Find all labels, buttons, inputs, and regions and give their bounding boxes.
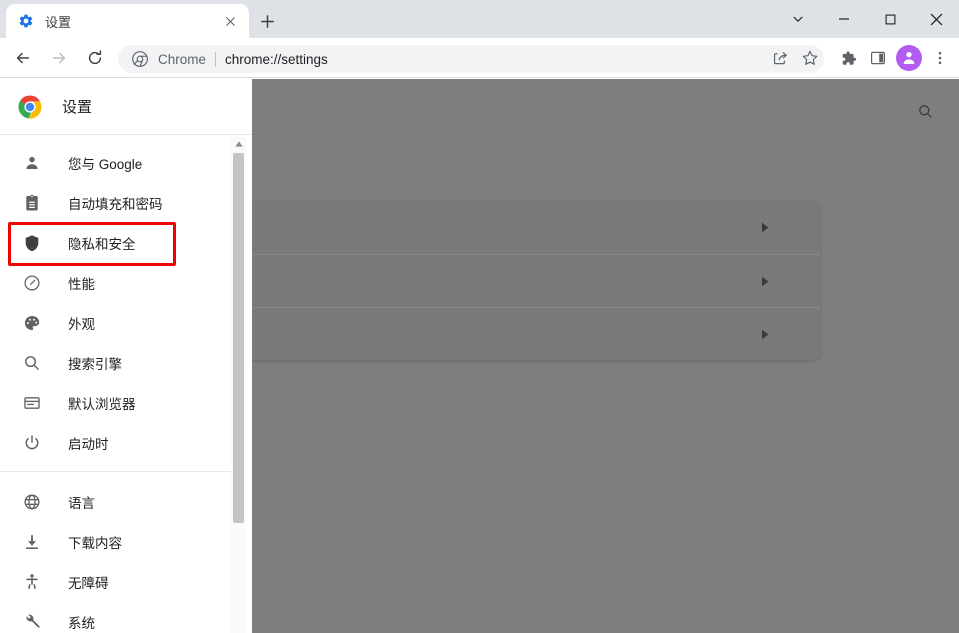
minimize-button[interactable] xyxy=(821,0,867,38)
chevron-right-icon xyxy=(761,276,770,287)
sidebar-group-secondary: 语言 下载内容 无障碍 系统 xyxy=(0,480,252,633)
back-icon[interactable] xyxy=(8,43,38,73)
settings-gear-icon xyxy=(18,13,34,29)
sidebar-list: 您与 Google 自动填充和密码 隐私和安全 性能 外观 搜索引擎 默认浏览器… xyxy=(0,135,252,633)
titlebar: 设置 xyxy=(0,0,959,38)
browser-toolbar: Chrome chrome://settings xyxy=(0,38,959,78)
sidebar-item-label: 无障碍 xyxy=(68,576,109,591)
share-icon[interactable] xyxy=(765,43,795,73)
sidebar-item-label: 默认浏览器 xyxy=(68,397,136,412)
sidebar-item-label: 搜索引擎 xyxy=(68,357,122,372)
settings-title: 设置 xyxy=(62,99,93,116)
sidebar-scrollbar[interactable] xyxy=(231,137,246,633)
new-tab-button[interactable] xyxy=(253,7,281,35)
card-row[interactable] xyxy=(170,201,820,254)
settings-card: gle 服务 xyxy=(170,201,820,360)
scroll-up-arrow-icon[interactable] xyxy=(231,137,246,151)
close-button[interactable] xyxy=(913,0,959,38)
shield-icon xyxy=(22,233,42,253)
browser-window: 设置 Chrome chrome://settings 设置 您与 Google… xyxy=(0,0,959,633)
palette-icon xyxy=(22,313,42,333)
tab-close-icon[interactable] xyxy=(219,10,241,32)
sidebar-divider xyxy=(0,471,237,472)
wrench-icon xyxy=(22,612,42,632)
chrome-menu-icon[interactable] xyxy=(925,43,955,73)
reload-icon[interactable] xyxy=(80,43,110,73)
power-icon xyxy=(22,433,42,453)
browser-window-icon xyxy=(22,393,42,413)
sidebar-item-downloads[interactable]: 下载内容 xyxy=(0,522,252,562)
sidebar-item-label: 性能 xyxy=(68,277,95,292)
sidebar-item-label: 语言 xyxy=(68,496,95,511)
settings-header: 设置 xyxy=(0,79,252,135)
sidebar-item-label: 下载内容 xyxy=(68,536,122,551)
speedometer-icon xyxy=(22,273,42,293)
globe-icon xyxy=(22,492,42,512)
settings-search-icon[interactable] xyxy=(911,97,939,125)
clipboard-icon xyxy=(22,193,42,213)
card-row-label: gle 服务 xyxy=(190,271,761,291)
chevron-right-icon xyxy=(761,222,770,233)
accessibility-icon xyxy=(22,572,42,592)
tab-settings[interactable]: 设置 xyxy=(6,4,249,38)
chrome-logo-icon xyxy=(18,94,42,119)
scrollbar-thumb[interactable] xyxy=(233,153,244,523)
sidebar-item-label: 隐私和安全 xyxy=(68,237,136,252)
sidebar-item-label: 启动时 xyxy=(68,437,109,452)
sidebar-item-on-startup[interactable]: 启动时 xyxy=(0,423,252,463)
omnibox-scheme-label: Chrome xyxy=(158,51,207,67)
window-controls xyxy=(775,0,959,38)
tab-title: 设置 xyxy=(45,14,72,30)
settings-page: gle 服务 xyxy=(0,79,959,633)
sidebar-item-autofill-passwords[interactable]: 自动填充和密码 xyxy=(0,183,252,223)
sidebar-group-primary: 您与 Google 自动填充和密码 隐私和安全 性能 外观 搜索引擎 默认浏览器… xyxy=(0,135,252,463)
omnibox-url-text: chrome://settings xyxy=(225,51,328,67)
sidebar-item-system[interactable]: 系统 xyxy=(0,602,252,633)
omnibox-divider xyxy=(215,51,217,67)
sidebar-item-default-browser[interactable]: 默认浏览器 xyxy=(0,383,252,423)
download-icon xyxy=(22,532,42,552)
forward-icon[interactable] xyxy=(44,43,74,73)
sidebar-item-search-engine[interactable]: 搜索引擎 xyxy=(0,343,252,383)
profile-avatar[interactable] xyxy=(896,45,922,71)
sidebar-item-label: 您与 Google xyxy=(68,157,143,172)
sidebar-item-accessibility[interactable]: 无障碍 xyxy=(0,562,252,602)
settings-sidebar: 设置 您与 Google 自动填充和密码 隐私和安全 性能 外观 搜索引擎 默认… xyxy=(0,79,252,633)
sidebar-item-privacy-security[interactable]: 隐私和安全 xyxy=(0,223,252,263)
address-bar[interactable]: Chrome chrome://settings xyxy=(118,45,824,73)
card-row[interactable]: gle 服务 xyxy=(170,254,820,307)
toolbar-actions xyxy=(765,43,955,73)
extensions-puzzle-icon[interactable] xyxy=(833,43,863,73)
sidebar-item-performance[interactable]: 性能 xyxy=(0,263,252,303)
search-icon xyxy=(22,353,42,373)
sidebar-item-appearance[interactable]: 外观 xyxy=(0,303,252,343)
sidebar-item-you-and-google[interactable]: 您与 Google xyxy=(0,143,252,183)
bookmark-star-icon[interactable] xyxy=(795,43,825,73)
tab-search-button[interactable] xyxy=(775,0,821,38)
chevron-right-icon xyxy=(761,329,770,340)
maximize-button[interactable] xyxy=(867,0,913,38)
card-row[interactable] xyxy=(170,307,820,360)
person-icon xyxy=(22,153,42,173)
sidebar-item-label: 自动填充和密码 xyxy=(68,197,163,212)
sidebar-item-label: 系统 xyxy=(68,616,95,631)
chrome-logo-icon xyxy=(132,51,148,67)
sidebar-item-languages[interactable]: 语言 xyxy=(0,482,252,522)
side-panel-icon[interactable] xyxy=(863,43,893,73)
sidebar-item-label: 外观 xyxy=(68,317,95,332)
